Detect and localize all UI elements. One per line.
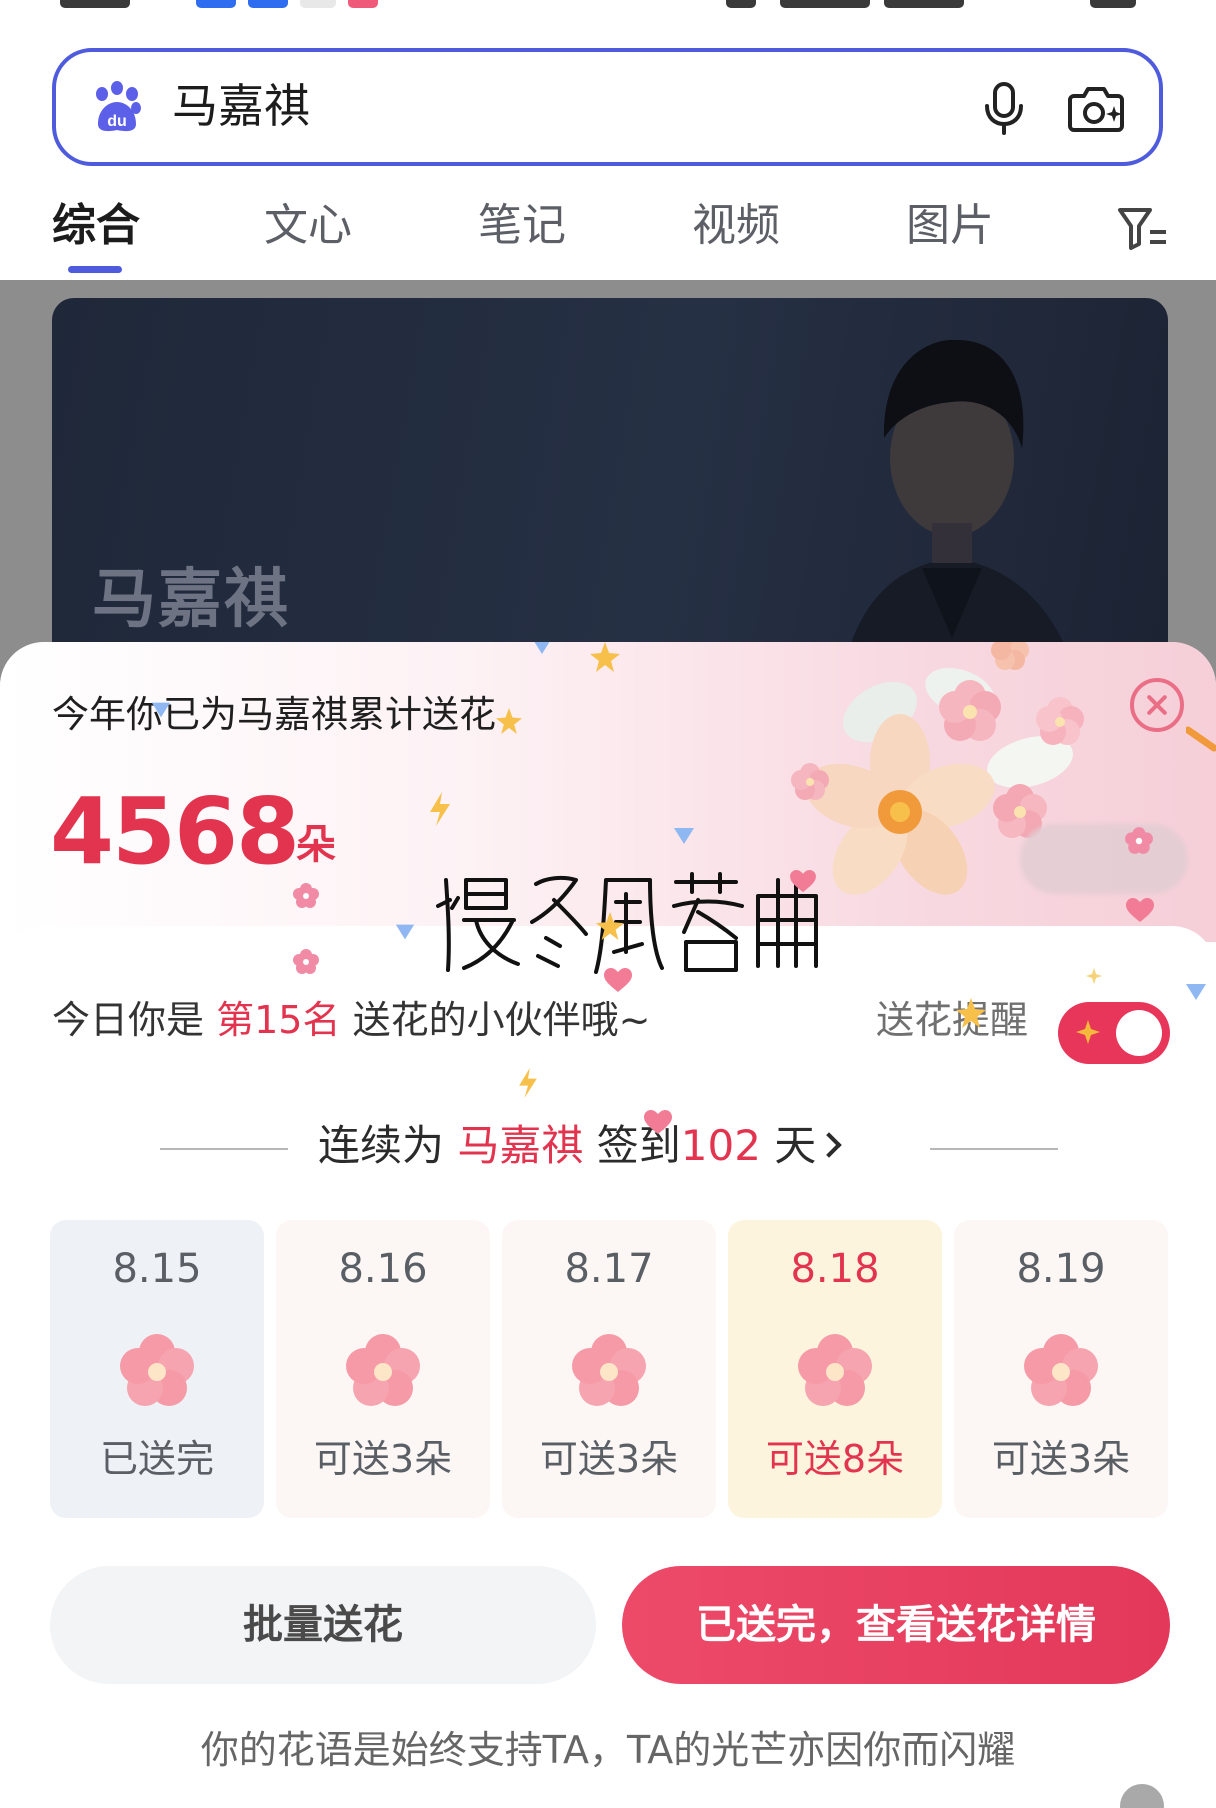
confetti-bolt [430,792,450,826]
tab-notes[interactable]: 笔记 [478,196,566,256]
day-status: 可送8朵 [765,1437,905,1481]
total-flower-count: 4568 [50,778,300,885]
streak-prefix: 连续为 [318,1121,445,1170]
rank-value: 第15名 [216,998,341,1042]
day-status: 可送3朵 [539,1437,679,1481]
day-card[interactable]: 8.19 可送3朵 [954,1220,1168,1518]
total-caption: 今年你已为马嘉祺累计送花 [52,693,496,736]
filter-icon[interactable] [1116,204,1168,252]
confetti-heart [604,968,632,992]
confetti-star [590,642,620,672]
tab-comprehensive[interactable]: 综合 [52,196,140,256]
day-card-today[interactable]: 8.18 可送8朵 [728,1220,942,1518]
flower-icon [346,1334,420,1406]
streak-text[interactable]: 连续为 马嘉祺 签到102 天 [318,1118,843,1174]
flower-icon [120,1334,194,1406]
total-flower-unit: 朵 [296,822,336,868]
confetti-flower [1125,827,1153,854]
search-input[interactable]: 马嘉祺 [172,74,310,138]
status-bar [0,0,1216,18]
day-status: 可送3朵 [991,1437,1131,1481]
confetti-heart [1126,898,1154,922]
day-date: 8.18 [790,1246,880,1292]
streak-row[interactable]: 连续为 马嘉祺 签到102 天 [0,1118,1216,1178]
day-date: 8.16 [338,1246,428,1292]
day-date: 8.17 [564,1246,654,1292]
confetti-triangle [151,702,171,718]
search-box[interactable]: du 马嘉祺 [52,48,1163,166]
confetti-star [956,998,986,1028]
view-details-button[interactable]: 已送完，查看送花详情 [622,1566,1170,1684]
close-modal-button[interactable] [1130,678,1184,732]
confetti-star [596,912,624,940]
microphone-icon[interactable] [976,80,1032,136]
daily-rank-text: 今日你是 第15名 送花的小伙伴哦~ [52,994,650,1046]
confetti-triangle [1186,984,1206,1000]
confetti-triangle [395,924,415,940]
camera-icon[interactable] [1066,80,1126,136]
tab-video[interactable]: 视频 [692,196,780,256]
confetti-heart [644,1110,672,1134]
baidu-paw-icon: du [96,81,141,132]
reminder-label: 送花提醒 [876,998,1029,1042]
flower-slogan: 你的花语是始终支持TA，TA的光芒亦因你而闪耀 [200,1728,1016,1772]
flower-icon [572,1334,646,1406]
batch-send-button[interactable]: 批量送花 [50,1566,596,1684]
streak-unit: 天 [774,1121,817,1170]
confetti-flower [293,949,319,974]
day-card[interactable]: 8.16 可送3朵 [276,1220,490,1518]
flower-icon [798,1334,872,1406]
confetti-flower [293,883,319,908]
tab-images[interactable]: 图片 [906,196,994,256]
confetti-triangle [534,642,550,654]
chevron-right-icon [816,1132,843,1158]
handwritten-watermark [436,872,818,974]
streak-name: 马嘉祺 [457,1121,584,1170]
day-card[interactable]: 8.15 已送完 [50,1220,264,1518]
confetti-ribbon [1186,726,1216,752]
blurred-pill [1020,824,1188,894]
confetti-star [496,708,522,734]
confetti-triangle [674,828,694,844]
day-status: 已送完 [99,1437,214,1481]
sparkle-icon [1076,1020,1100,1044]
rank-prefix: 今日你是 [52,998,205,1042]
day-card[interactable]: 8.17 可送3朵 [502,1220,716,1518]
flower-modal: 今年你已为马嘉祺累计送花 4568 朵 今日你是 第15名 送花的小伙伴哦~ 送… [0,642,1216,1808]
tab-wenxin[interactable]: 文心 [264,196,352,256]
active-tab-indicator [68,266,122,273]
flower-icon [1024,1334,1098,1406]
hero-title: 马嘉祺 [92,563,290,637]
streak-days: 102 [680,1121,761,1170]
confetti-heart [790,870,816,893]
divider-left [160,1148,288,1150]
confetti-sparkle [1086,968,1102,984]
day-date: 8.19 [1016,1246,1106,1292]
confetti-bolt [519,1068,537,1098]
day-date: 8.15 [112,1246,202,1292]
svg-text:du: du [107,113,127,130]
divider-right [930,1148,1058,1150]
day-status: 可送3朵 [313,1437,453,1481]
rank-suffix: 送花的小伙伴哦~ [352,998,651,1042]
day-card-list: 8.15 已送完 8.16 可送3朵 8.17 可送3朵 8.18 可送8朵 8… [50,1220,1170,1520]
toggle-knob [1116,1010,1162,1056]
search-tabs: 综合 文心 笔记 视频 图片 [0,188,1216,278]
reminder-toggle[interactable] [1058,1002,1170,1064]
